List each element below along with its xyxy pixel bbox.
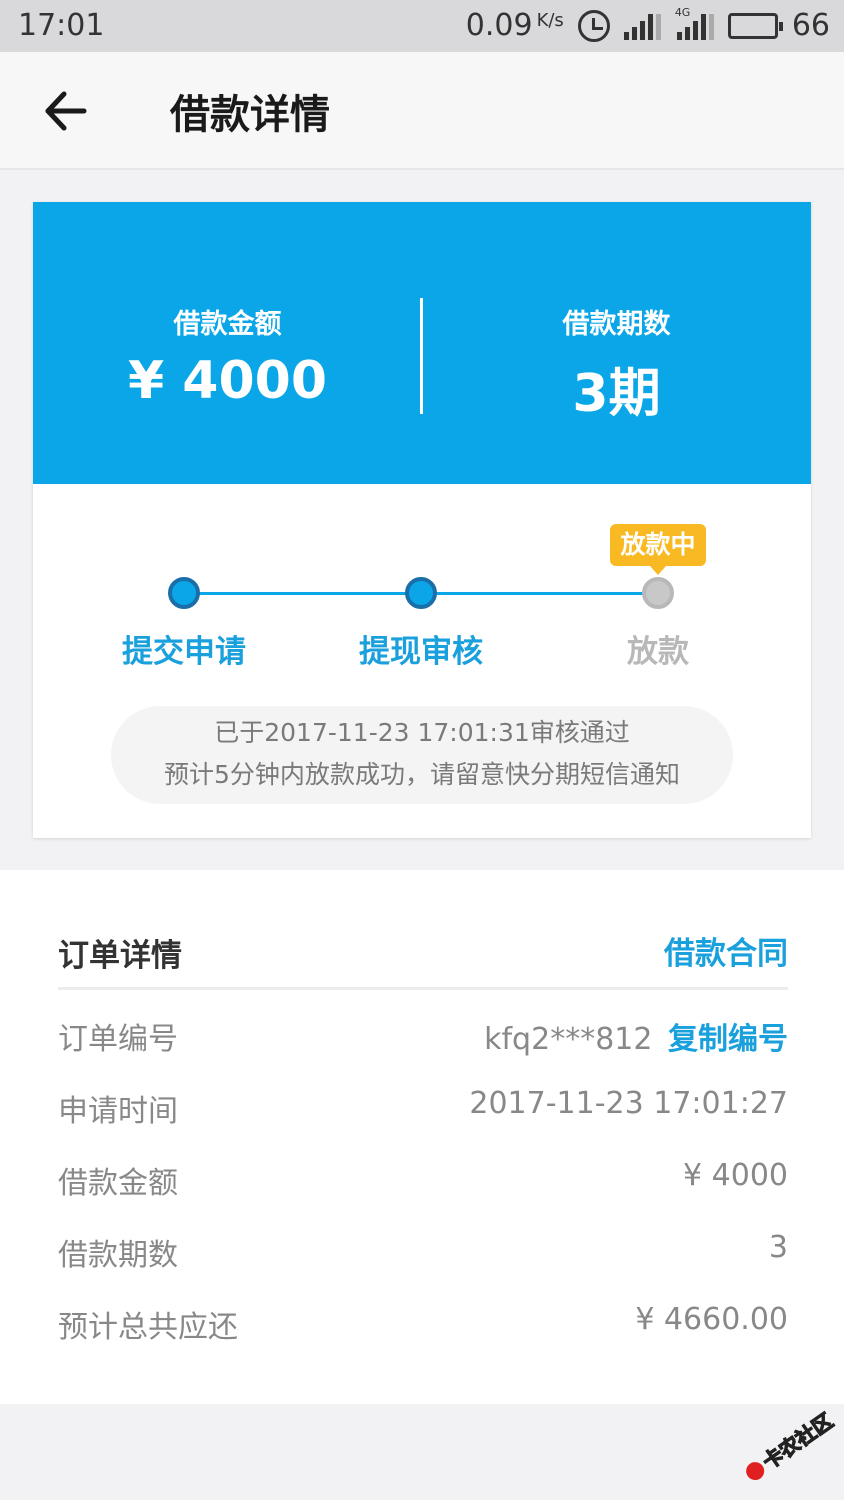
- loan-summary-banner: 借款金额 ¥ 4000 借款期数 3期: [33, 202, 811, 484]
- loan-amount-value: ¥ 4000: [127, 351, 327, 411]
- apply-time-label: 申请时间: [58, 1094, 178, 1129]
- step-disburse-dot: [642, 577, 674, 609]
- loan-contract-link[interactable]: 借款合同: [664, 928, 788, 973]
- loan-term-value: 3期: [572, 364, 661, 424]
- copy-order-number-button[interactable]: 复制编号: [668, 1022, 788, 1057]
- loan-term-label: 借款期数: [562, 309, 671, 340]
- step-review-label: 提现审核: [359, 634, 483, 670]
- loan-term-block: 借款期数 3期: [422, 302, 811, 426]
- order-number-value: kfq2***812: [484, 1022, 653, 1057]
- progress-line-2: [421, 592, 659, 595]
- battery-icon: [727, 12, 783, 39]
- net-speed-value: 0.09: [465, 8, 533, 43]
- order-row-number: 订单编号 kfq2***812 复制编号: [58, 1014, 788, 1064]
- order-detail-title: 订单详情: [58, 938, 182, 974]
- watermark-icon: 卡农社区: [746, 1408, 838, 1481]
- net-speed-unit: K/s: [536, 10, 564, 31]
- arrow-left-icon: [45, 91, 87, 131]
- step-review-dot: [405, 577, 437, 609]
- loan-amount-block: 借款金额 ¥ 4000: [33, 302, 422, 411]
- disbursing-badge: 放款中: [610, 524, 706, 575]
- order-amount-value: ¥ 4000: [683, 1158, 788, 1193]
- loan-summary-card: 借款金额 ¥ 4000 借款期数 3期 放款中 提交申请 提现审核 放款 已于2…: [33, 202, 811, 838]
- watermark-logo: 卡农社区: [732, 1408, 838, 1482]
- order-number-label: 订单编号: [58, 1022, 178, 1057]
- notice-line-2: 预计5分钟内放款成功，请留意快分期短信通知: [164, 760, 680, 789]
- step-submit-label: 提交申请: [122, 634, 246, 670]
- status-bar: 17:01 0.09 K/s 4G 66: [0, 0, 844, 52]
- step-disburse-label: 放款: [627, 634, 689, 670]
- order-detail-header: 订单详情 借款合同: [58, 926, 788, 990]
- total-repay-value: ¥ 4660.00: [635, 1302, 788, 1337]
- network-tag: 4G: [674, 5, 691, 19]
- order-row-term: 借款期数 3: [58, 1230, 788, 1280]
- cell-signal-icon: 4G: [675, 6, 714, 40]
- page-title: 借款详情: [170, 92, 330, 138]
- total-repay-label: 预计总共应还: [58, 1310, 238, 1345]
- net-speed: 0.09 K/s: [466, 8, 564, 43]
- loan-progress: 放款中 提交申请 提现审核 放款 已于2017-11-23 17:01:31审核…: [33, 484, 811, 838]
- apply-time-value: 2017-11-23 17:01:27: [469, 1086, 788, 1121]
- progress-line-1: [183, 592, 421, 595]
- loan-amount-label: 借款金额: [173, 309, 282, 340]
- back-button[interactable]: [40, 84, 94, 138]
- app-header: 借款详情: [0, 52, 844, 170]
- order-term-label: 借款期数: [58, 1238, 178, 1273]
- notice-line-1: 已于2017-11-23 17:01:31审核通过: [214, 718, 630, 747]
- svg-text:卡农社区: 卡农社区: [758, 1410, 836, 1474]
- status-time: 17:01: [18, 8, 105, 43]
- order-term-value: 3: [768, 1230, 788, 1265]
- wifi-signal-icon: [623, 12, 661, 40]
- step-submit-dot: [168, 577, 200, 609]
- order-amount-label: 借款金额: [58, 1166, 178, 1201]
- battery-level: 66: [791, 8, 830, 43]
- order-row-apply-time: 申请时间 2017-11-23 17:01:27: [58, 1086, 788, 1136]
- order-detail-panel: 订单详情 借款合同 订单编号 kfq2***812 复制编号 申请时间 2017…: [0, 870, 844, 1404]
- order-row-total-repay: 预计总共应还 ¥ 4660.00: [58, 1302, 788, 1352]
- order-number-value-group: kfq2***812 复制编号: [484, 1014, 788, 1058]
- review-notice: 已于2017-11-23 17:01:31审核通过 预计5分钟内放款成功，请留意…: [111, 706, 733, 804]
- alarm-icon: [577, 9, 610, 42]
- status-icons: 0.09 K/s 4G 66: [466, 6, 830, 44]
- order-row-amount: 借款金额 ¥ 4000: [58, 1158, 788, 1208]
